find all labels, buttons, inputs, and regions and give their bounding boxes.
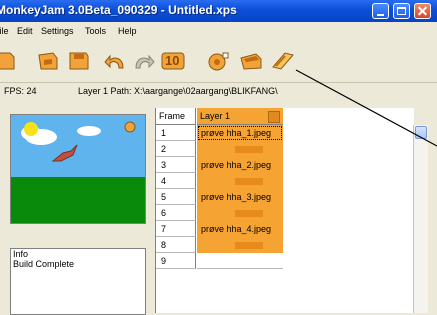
new-file-button[interactable] xyxy=(0,50,26,72)
import-button[interactable] xyxy=(270,50,296,72)
menu-settings[interactable]: Settings xyxy=(41,26,74,36)
layer-hold-cell[interactable] xyxy=(197,205,283,221)
layer-empty-cell[interactable] xyxy=(197,253,283,269)
image-filename: prøve hha_3.jpeg xyxy=(201,192,272,202)
scroll-up-icon[interactable] xyxy=(415,126,427,139)
undo-icon xyxy=(104,54,124,69)
menu-help[interactable]: Help xyxy=(118,26,137,36)
info-heading: Info xyxy=(13,249,29,259)
image-filename: prøve hha_2.jpeg xyxy=(201,160,272,170)
import-icon xyxy=(272,52,294,70)
save-file-button[interactable] xyxy=(66,50,92,72)
menu-tools[interactable]: Tools xyxy=(85,26,106,36)
frame-column-header[interactable]: Frame xyxy=(156,108,196,125)
frame-number-cell[interactable]: 6 xyxy=(156,205,196,221)
title-bar[interactable]: MonkeyJam 3.0Beta_090329 - Untitled.xps xyxy=(0,0,437,22)
preview-image xyxy=(11,115,145,223)
redo-button[interactable] xyxy=(130,50,156,72)
layer-path: Layer 1 Path: X:\aargange\02aargang\BLIK… xyxy=(78,86,278,96)
frame-number-cell[interactable]: 1 xyxy=(156,125,196,141)
new-file-icon xyxy=(0,52,15,70)
capture-button[interactable] xyxy=(205,50,231,72)
hold-bar xyxy=(235,178,263,185)
layer-hold-cell[interactable] xyxy=(197,237,283,253)
image-filename: prøve hha_4.jpeg xyxy=(201,224,272,234)
window-title: MonkeyJam 3.0Beta_090329 - Untitled.xps xyxy=(0,3,237,17)
layer-hold-cell[interactable] xyxy=(197,173,283,189)
layer-image-cell[interactable]: prøve hha_2.jpeg xyxy=(197,157,283,173)
layer-image-cell[interactable]: prøve hha_3.jpeg xyxy=(197,189,283,205)
ten-frames-button[interactable]: 10 xyxy=(160,50,186,72)
ten-frames-label: 10 xyxy=(165,53,180,68)
frame-number-cell[interactable]: 7 xyxy=(156,221,196,237)
fps-readout: FPS: 24 xyxy=(4,86,37,96)
frame-number-cell[interactable]: 2 xyxy=(156,141,196,157)
vertical-scrollbar[interactable] xyxy=(413,125,428,313)
menu-file[interactable]: File xyxy=(0,26,9,36)
minimize-button[interactable] xyxy=(372,3,389,19)
image-filename: prøve hha_1.jpeg xyxy=(201,128,272,138)
menu-bar: File Edit Settings Tools Help xyxy=(0,22,437,40)
maximize-button[interactable] xyxy=(393,3,410,19)
camera-icon xyxy=(240,53,262,70)
open-file-icon xyxy=(38,52,58,70)
layer-hold-cell[interactable] xyxy=(197,141,283,157)
layer-toggle-icon[interactable] xyxy=(268,111,280,123)
capture-icon xyxy=(208,52,229,71)
toolbar: 10 xyxy=(0,42,437,83)
info-panel: Info Build Complete xyxy=(10,248,146,315)
hold-bar xyxy=(235,242,263,249)
save-file-icon xyxy=(69,52,89,70)
open-file-button[interactable] xyxy=(36,50,62,72)
hold-bar xyxy=(235,146,263,153)
status-line: FPS: 24 Layer 1 Path: X:\aargange\02aarg… xyxy=(0,83,437,100)
layer-image-cell[interactable]: prøve hha_4.jpeg xyxy=(197,221,283,237)
layer-name: Layer 1 xyxy=(200,111,231,121)
layer-column-header[interactable]: Layer 1 xyxy=(197,108,283,125)
undo-button[interactable] xyxy=(103,50,129,72)
layer-image-cell[interactable]: prøve hha_1.jpeg xyxy=(197,125,283,141)
frame-number-cell[interactable]: 8 xyxy=(156,237,196,253)
frame-number-cell[interactable]: 9 xyxy=(156,253,196,269)
maximize-icon xyxy=(397,7,406,15)
frame-number-cell[interactable]: 5 xyxy=(156,189,196,205)
menu-edit[interactable]: Edit xyxy=(17,26,33,36)
camera-button[interactable] xyxy=(238,50,264,72)
redo-icon xyxy=(135,54,155,69)
hold-bar xyxy=(235,210,263,217)
frame-number-cell[interactable]: 4 xyxy=(156,173,196,189)
exposure-sheet[interactable]: Frame Layer 1 1 prøve hha_1.jpeg 2 3 prøve h… xyxy=(155,108,414,313)
close-button[interactable] xyxy=(414,3,431,19)
frame-number-cell[interactable]: 3 xyxy=(156,157,196,173)
info-message: Build Complete xyxy=(13,259,75,269)
minimize-icon xyxy=(377,14,384,16)
frame-preview xyxy=(10,114,146,224)
